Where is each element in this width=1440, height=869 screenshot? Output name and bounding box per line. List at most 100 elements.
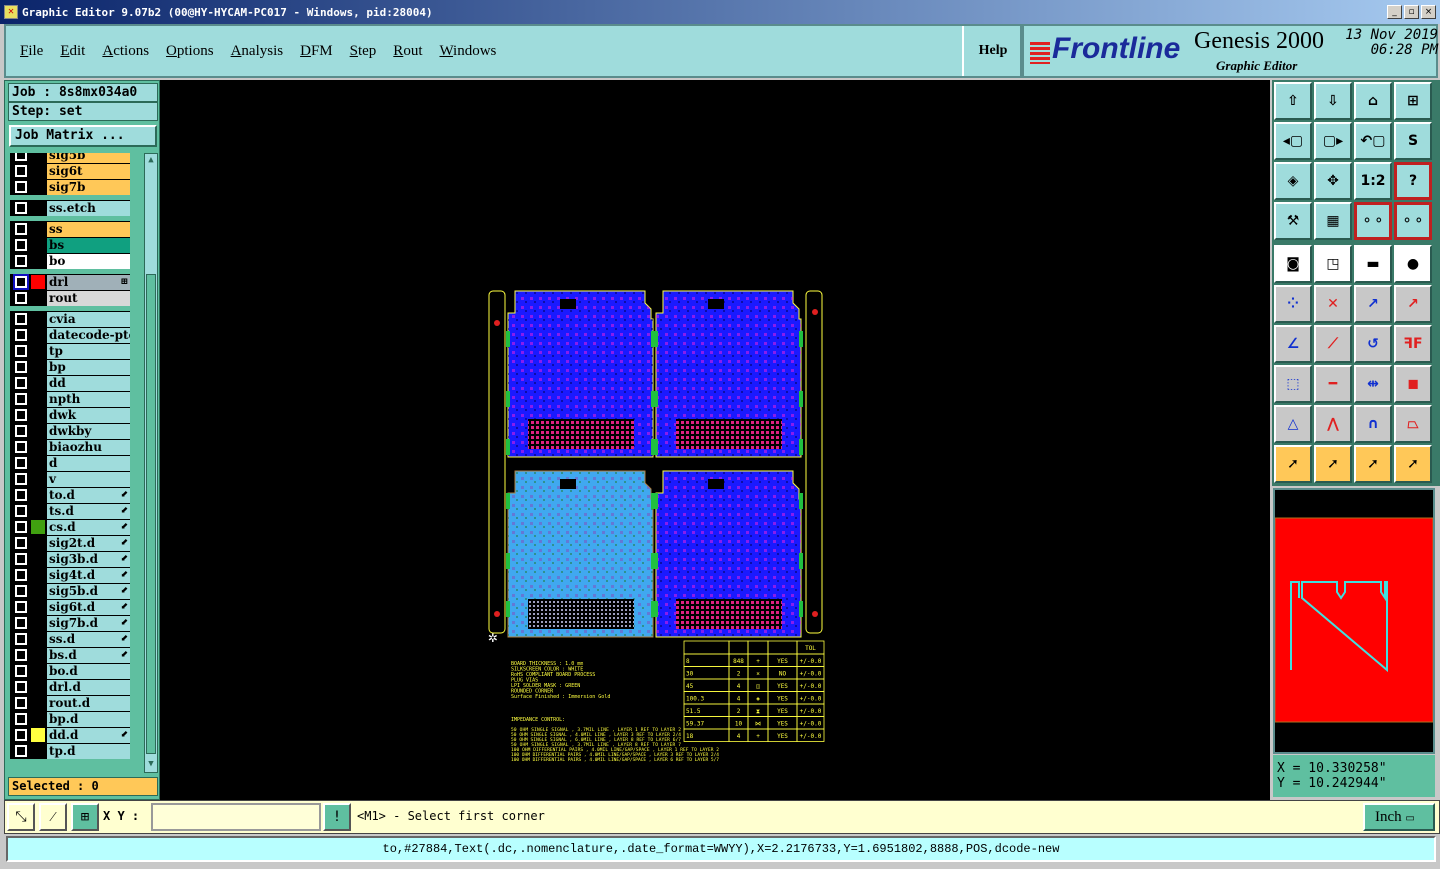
layer-name[interactable]: sig6t — [47, 163, 130, 179]
grid-button[interactable]: ▦ — [1314, 202, 1352, 240]
layer-row-tp.d[interactable]: tp.d — [10, 743, 130, 759]
menu-rout[interactable]: Rout — [393, 43, 422, 60]
pcb-board-4[interactable] — [654, 470, 803, 638]
layer-row-tp[interactable]: tp — [10, 343, 130, 359]
layer-row-sig6t[interactable]: sig6t — [10, 163, 130, 179]
layer-checkbox[interactable] — [15, 181, 27, 193]
layer-checkbox[interactable] — [15, 585, 27, 597]
graphic-canvas[interactable]: ✲ BOARD THICKNESS : 1.0 mm SILKSCREEN COL… — [160, 80, 1270, 800]
layer-name[interactable]: bp — [47, 359, 130, 375]
pcb-board-2[interactable] — [654, 290, 803, 458]
scroll-thumb[interactable] — [146, 274, 156, 754]
layer-row-sig4t.d[interactable]: sig4t.d ⬋ — [10, 567, 130, 583]
job-matrix-button[interactable]: Job Matrix ... — [9, 125, 157, 147]
stretch-button[interactable]: ⇹ — [1354, 365, 1392, 403]
menu-file[interactable]: File — [20, 43, 43, 60]
net-select-button[interactable]: ⚬⚬ — [1394, 202, 1432, 240]
layer-name[interactable]: drl.d — [47, 679, 130, 695]
layer-name[interactable]: cs.d ⬋ — [47, 519, 130, 535]
copy-feature-button[interactable]: ◳ — [1314, 245, 1352, 283]
layer-row-sig5b.d[interactable]: sig5b.d ⬋ — [10, 583, 130, 599]
layer-row-d[interactable]: d — [10, 455, 130, 471]
layer-name[interactable]: ss.etch — [47, 200, 130, 216]
move-point-button[interactable]: ↗ — [1354, 285, 1392, 323]
layer-checkbox[interactable] — [15, 649, 27, 661]
pcb-board-1[interactable] — [506, 290, 655, 458]
peak-button[interactable]: ⋀ — [1314, 405, 1352, 443]
layer-checkbox[interactable] — [15, 393, 27, 405]
layer-checkbox[interactable] — [15, 681, 27, 693]
shapes-button[interactable]: ◼ — [1394, 365, 1432, 403]
layer-checkbox[interactable] — [15, 202, 27, 214]
layer-checkbox[interactable] — [15, 665, 27, 677]
layer-name[interactable]: dd.d ⬋ — [47, 727, 130, 743]
alert-icon[interactable]: ! — [323, 803, 351, 831]
layer-checkbox[interactable] — [15, 457, 27, 469]
layer-name[interactable]: bo — [47, 253, 130, 269]
layer-checkbox[interactable] — [15, 361, 27, 373]
layer-checkbox[interactable] — [15, 569, 27, 581]
grid-snap-icon[interactable]: ⊞ — [71, 803, 99, 831]
layer-checkbox[interactable] — [15, 553, 27, 565]
layer-name[interactable]: datecode-pte — [47, 327, 130, 343]
triangle-button[interactable]: △ — [1274, 405, 1312, 443]
zoom-down-button[interactable]: ⇩ — [1314, 82, 1352, 120]
layer-row-sig6t.d[interactable]: sig6t.d ⬋ — [10, 599, 130, 615]
layer-row-bs[interactable]: bs — [10, 237, 130, 253]
layer-row-npth[interactable]: npth — [10, 391, 130, 407]
net-highlight-button[interactable]: ⚬⚬ — [1354, 202, 1392, 240]
xy-input[interactable] — [151, 803, 321, 831]
layer-scrollbar[interactable]: ▲ ▼ — [144, 153, 158, 773]
layer-name[interactable]: tp — [47, 343, 130, 359]
layer-checkbox[interactable] — [15, 473, 27, 485]
menu-edit[interactable]: Edit — [60, 43, 85, 60]
layer-row-ss[interactable]: ss — [10, 221, 130, 237]
layer-name[interactable]: sig7b — [47, 179, 130, 195]
layer-row-sig2t.d[interactable]: sig2t.d ⬋ — [10, 535, 130, 551]
layer-checkbox[interactable] — [15, 729, 27, 741]
scroll-down-icon[interactable]: ▼ — [146, 759, 156, 771]
layer-name[interactable]: sig2t.d ⬋ — [47, 535, 130, 551]
overview-area[interactable] — [1274, 517, 1434, 723]
overview-map[interactable] — [1273, 488, 1435, 754]
home-button[interactable]: ⌂ — [1354, 82, 1392, 120]
layer-row-cs.d[interactable]: cs.d ⬋ — [10, 519, 130, 535]
layer-checkbox[interactable] — [15, 745, 27, 757]
layer-name[interactable]: sig4t.d ⬋ — [47, 567, 130, 583]
layer-row-ss.etch[interactable]: ss.etch — [10, 200, 130, 216]
layer-checkbox[interactable] — [15, 425, 27, 437]
move-pad-button[interactable]: ↗ — [1394, 285, 1432, 323]
layer-checkbox[interactable] — [13, 274, 29, 290]
layer-name[interactable]: sig7b.d ⬋ — [47, 615, 130, 631]
layer-row-sig3b.d[interactable]: sig3b.d ⬋ — [10, 551, 130, 567]
zoom-fit-button[interactable]: ◈ — [1274, 162, 1312, 200]
menu-help[interactable]: Help — [962, 26, 1022, 76]
layer-row-ss.d[interactable]: ss.d ⬋ — [10, 631, 130, 647]
move-to-point-button[interactable]: ⬚ — [1274, 365, 1312, 403]
select-arrow-button[interactable]: ➚ — [1274, 445, 1312, 483]
layer-checkbox[interactable] — [15, 255, 27, 267]
angle-line-button[interactable]: ∠ — [1274, 325, 1312, 363]
select-box-button[interactable]: ➚ — [1314, 445, 1352, 483]
scroll-up-icon[interactable]: ▲ — [146, 155, 156, 167]
connect-points-button[interactable]: ⁘ — [1274, 285, 1312, 323]
layer-checkbox[interactable] — [15, 165, 27, 177]
layer-checkbox[interactable] — [15, 313, 27, 325]
layer-row-sig5b[interactable]: sig5b — [10, 153, 130, 163]
layer-checkbox[interactable] — [15, 329, 27, 341]
minimize-button[interactable]: _ — [1387, 5, 1402, 19]
menu-step[interactable]: Step — [350, 43, 377, 60]
layer-name[interactable]: sig5b.d ⬋ — [47, 583, 130, 599]
select-net-button[interactable]: ➚ — [1394, 445, 1432, 483]
tools-button[interactable]: ⚒ — [1274, 202, 1312, 240]
undo-view-button[interactable]: ↶▢ — [1354, 122, 1392, 160]
menu-actions[interactable]: Actions — [102, 43, 149, 60]
layer-name[interactable]: sig5b — [47, 153, 130, 163]
layer-name[interactable]: v — [47, 471, 130, 487]
layer-row-rout[interactable]: rout — [10, 290, 130, 306]
layer-row-ts.d[interactable]: ts.d ⬋ — [10, 503, 130, 519]
layer-name[interactable]: rout — [47, 290, 130, 306]
layer-row-bp.d[interactable]: bp.d — [10, 711, 130, 727]
layer-name[interactable]: bs — [47, 237, 130, 253]
line-move-button[interactable]: ⟋ — [1314, 325, 1352, 363]
